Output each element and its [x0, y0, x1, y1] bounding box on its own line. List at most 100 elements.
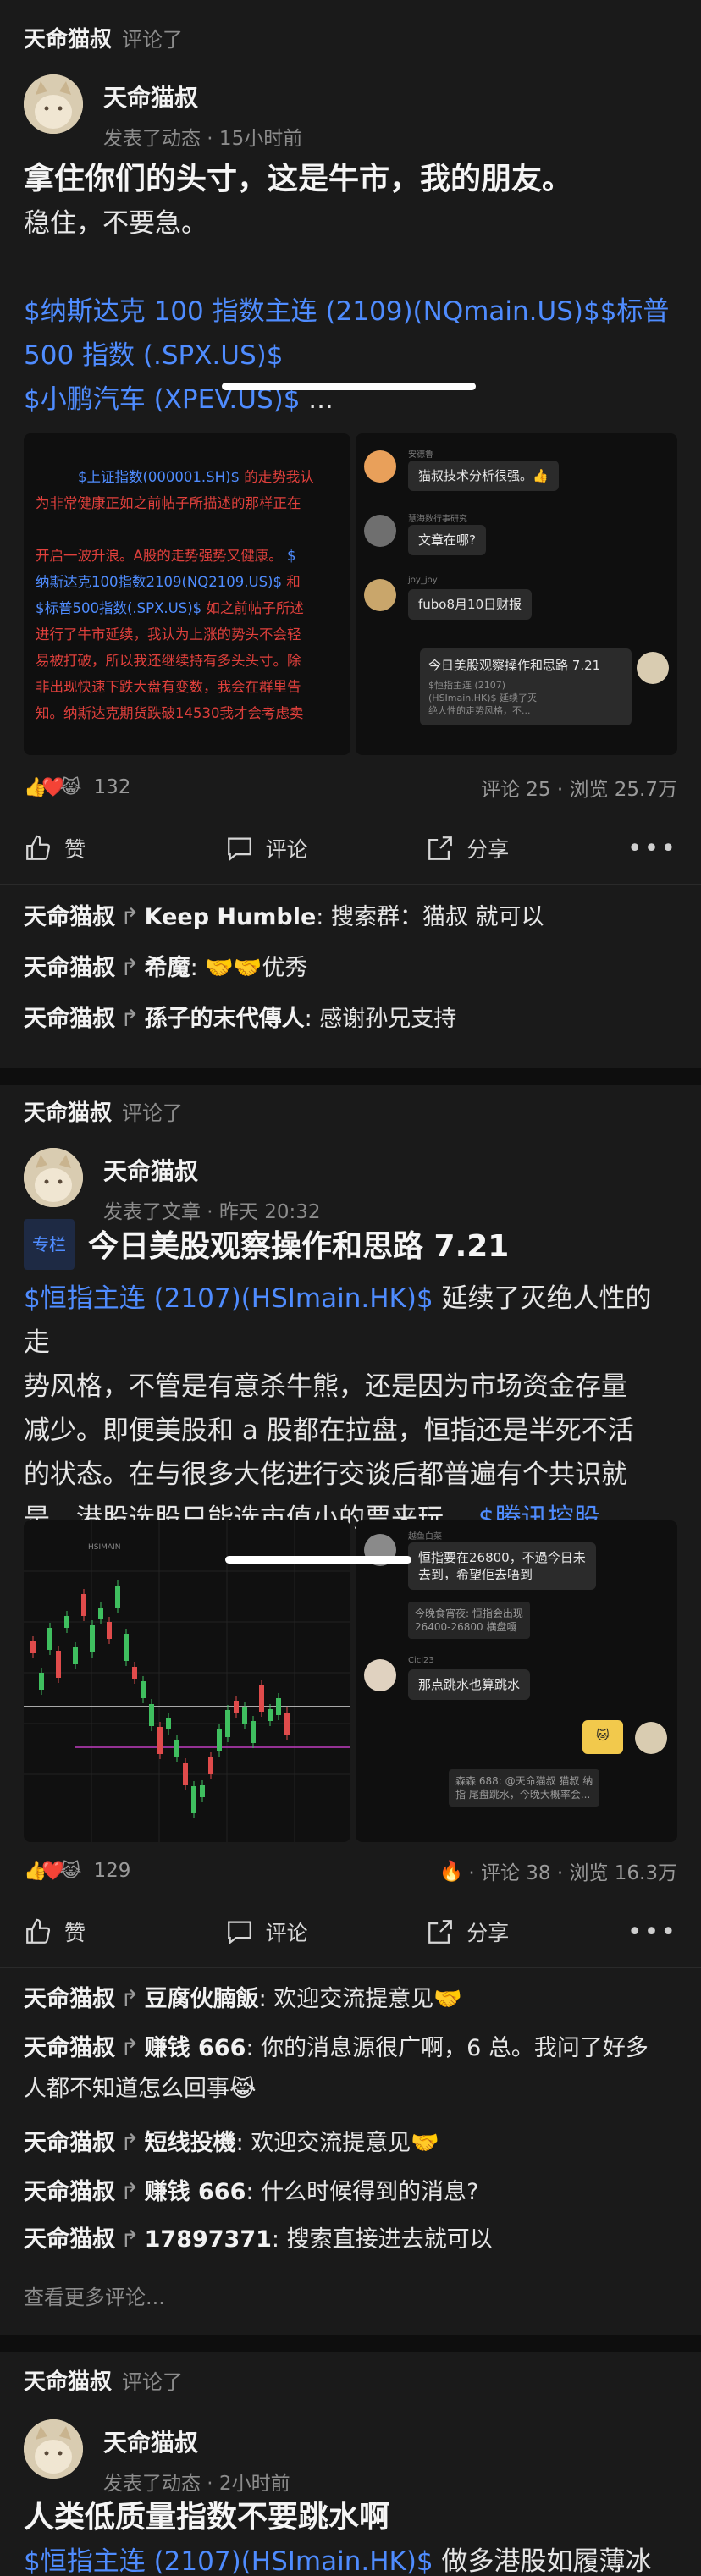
chat-quote: 森森 688: @天命猫叔 猫叔 纳 指 尾盘跳水，今晚大概率会...: [449, 1769, 600, 1807]
header-name[interactable]: 天命猫叔: [24, 22, 112, 53]
stats-row: 👍❤️😹 132 评论 25 · 浏览 25.7万: [24, 772, 677, 803]
comment-text-continued: 人都不知道怎么回事😹: [24, 2076, 257, 2102]
comment-item[interactable]: 天命猫叔 ↱ 希魔: 🤝🤝优秀: [24, 948, 677, 989]
divider: [0, 1967, 701, 1968]
post-title[interactable]: 拿住你们的头寸，这是牛市，我的朋友。: [0, 157, 701, 201]
text-image[interactable]: $上证指数(000001.SH)$ 的走势我认 为非常健康正如之前帖子所描述的那…: [24, 433, 350, 755]
comment-item[interactable]: 天命猫叔 ↱ 豆腐伙腩飯: 欢迎交流提意见🤝: [24, 1979, 677, 2020]
author-row: 天命猫叔 发表了动态 · 15小时前: [0, 74, 701, 156]
stock-link-spx[interactable]: 500 指数 (.SPX.US)$: [24, 334, 677, 378]
author-name[interactable]: 天命猫叔: [103, 2424, 290, 2458]
comment-reply-to[interactable]: 17897371: [145, 2226, 272, 2253]
comment-reply-to[interactable]: 赚钱 666: [145, 2179, 246, 2205]
comment-author[interactable]: 天命猫叔: [24, 1006, 115, 1032]
header-name[interactable]: 天命猫叔: [24, 1095, 112, 1127]
post-images[interactable]: $上证指数(000001.SH)$ 的走势我认 为非常健康正如之前帖子所描述的那…: [24, 433, 677, 755]
see-more-comments-link[interactable]: 查看更多评论...: [24, 2281, 165, 2310]
share-button[interactable]: 分享: [426, 1917, 627, 1947]
comment-button[interactable]: 评论: [225, 833, 427, 863]
comment-item[interactable]: 天命猫叔 ↱ 短线投機: 欢迎交流提意见🤝: [24, 2123, 677, 2164]
image-text: 如之前帖子所述: [201, 600, 304, 616]
candle-body: [234, 1701, 239, 1713]
more-icon[interactable]: •••: [627, 1917, 677, 1947]
view-stats: · 评论 38 · 浏览 16.3万: [468, 1862, 677, 1884]
comment-reply-to[interactable]: Keep Humble: [145, 904, 317, 930]
post-title[interactable]: 专栏 今日美股观察操作和思路 7.21: [0, 1219, 701, 1273]
comment-author[interactable]: 天命猫叔: [24, 2035, 115, 2061]
chat-message: 🐱: [582, 1720, 623, 1754]
comment-author[interactable]: 天命猫叔: [24, 2179, 115, 2205]
candle-body: [47, 1628, 52, 1650]
stock-link-hsi[interactable]: $恒指主连 (2107)(HSImain.HK)$: [24, 1283, 433, 1314]
stock-link-nasdaq-spx[interactable]: $纳斯达克 100 指数主连 (2109)(NQmain.US)$$标普: [24, 290, 677, 334]
post-body[interactable]: $恒指主连 (2107)(HSImain.HK)$ 延续了灭绝人性的走 势风格，…: [0, 1277, 701, 1541]
stock-link-hsi[interactable]: $恒指主连 (2107)(HSImain.HK)$: [24, 2546, 433, 2576]
reaction-icons: 👍❤️😹: [24, 1860, 81, 1882]
reply-arrow-icon: ↱: [120, 904, 140, 930]
comment-text: : 什么时候得到的消息?: [246, 2179, 479, 2205]
reply-arrow-icon: ↱: [120, 955, 140, 981]
thumb-up-icon: [26, 1918, 51, 1944]
candle-body: [200, 1785, 205, 1797]
comment-reply-to[interactable]: 孫子的末代傳人: [145, 1006, 305, 1032]
author-name[interactable]: 天命猫叔: [103, 1153, 321, 1187]
post-card-2[interactable]: 天命猫叔 评论了 天命猫叔 发表了文章 · 昨天 20:32 专栏 今日美股观察操…: [0, 1085, 701, 2335]
candle-body: [124, 1634, 129, 1661]
comment-item[interactable]: 天命猫叔 ↱ 孫子的末代傳人: 感谢孙兄支持: [24, 999, 677, 1040]
comment-item[interactable]: 天命猫叔 ↱ 17897371: 搜索直接进去就可以: [24, 2220, 677, 2260]
reactions[interactable]: 👍❤️😹 129: [24, 1860, 130, 1882]
comment-item[interactable]: 天命猫叔 ↱ 赚钱 666: 什么时候得到的消息?: [24, 2172, 677, 2213]
post-card-1[interactable]: 天命猫叔 评论了 天命猫叔 发表了动态 · 15小时前 拿住你们的头寸，这是牛市…: [0, 0, 701, 1068]
action-row: 赞 评论 分享 •••: [0, 813, 701, 884]
feed-gap: [0, 2335, 701, 2352]
image-link: $上证指数(000001.SH)$: [78, 469, 240, 485]
chart-image[interactable]: HSIMAIN: [24, 1520, 350, 1842]
candle-body: [157, 1727, 163, 1754]
post-images[interactable]: HSIMAIN 越鱼白菜 恒指要在26800，不過今日未 去到，希望佢去唔到 今…: [24, 1520, 677, 1842]
comment-text: : 感谢孙兄支持: [304, 1006, 457, 1032]
body-text: 做多港股如履薄冰: [433, 2546, 652, 2576]
avatar[interactable]: [24, 2419, 83, 2479]
comment-button[interactable]: 评论: [225, 1917, 427, 1947]
comment-reply-to[interactable]: 希魔: [145, 955, 190, 981]
comment-author[interactable]: 天命猫叔: [24, 955, 115, 981]
post-title[interactable]: 人类低质量指数不要跳水啊: [0, 2496, 701, 2540]
reply-arrow-icon: ↱: [120, 1986, 140, 2012]
comment-reply-to[interactable]: 赚钱 666: [145, 2035, 246, 2061]
chat-image[interactable]: 安德鲁 猫叔技术分析很强。👍 慧海数行事研究 文章在哪? joy_joy fub…: [356, 433, 677, 755]
body-line: 稳住，不要急。: [24, 208, 207, 239]
comment-reply-to[interactable]: 豆腐伙腩飯: [145, 1986, 259, 2012]
comment-author[interactable]: 天命猫叔: [24, 2226, 115, 2253]
like-label: 赞: [64, 837, 86, 862]
shared-article-snippet: $恒指主连 (2107) (HSImain.HK)$ 延续了灭 绝人性的走势风格…: [428, 680, 538, 716]
author-name[interactable]: 天命猫叔: [103, 80, 302, 113]
header-name[interactable]: 天命猫叔: [24, 2364, 112, 2396]
comment-text: : 欢迎交流提意见🤝: [235, 2130, 439, 2156]
comment-author[interactable]: 天命猫叔: [24, 2130, 115, 2156]
reactions[interactable]: 👍❤️😹 132: [24, 776, 130, 798]
chat-image[interactable]: 越鱼白菜 恒指要在26800，不過今日未 去到，希望佢去唔到 今晚食宵夜: 恒指…: [356, 1520, 677, 1842]
candle-body: [217, 1729, 222, 1751]
candlestick-chart: HSIMAIN: [24, 1520, 350, 1842]
comment-text: : 搜索群：猫叔 就可以: [316, 904, 544, 930]
more-icon[interactable]: •••: [627, 834, 677, 863]
chat-message: 猫叔技术分析很强。👍: [408, 461, 559, 491]
avatar[interactable]: [24, 1148, 83, 1207]
comment-author[interactable]: 天命猫叔: [24, 904, 115, 930]
image-text: 非出现快速下跌大盘有变数，我会在群里告: [36, 679, 301, 695]
post-card-3[interactable]: 天命猫叔 评论了 天命猫叔 发表了动态 · 2小时前 人类低质量指数不要跳水啊 …: [0, 2352, 701, 2576]
comment-item[interactable]: 天命猫叔 ↱ 赚钱 666: 你的消息源很广啊，6 总。我问了好多 人都不知道怎么回…: [24, 2028, 677, 2110]
avatar[interactable]: [24, 74, 83, 134]
comment-reply-to[interactable]: 短线投機: [145, 2130, 236, 2156]
like-button[interactable]: 赞: [24, 833, 225, 863]
candle-body: [73, 1647, 78, 1664]
comment-item[interactable]: 天命猫叔 ↱ Keep Humble: 搜索群：猫叔 就可以: [24, 897, 677, 938]
candle-body: [141, 1681, 146, 1698]
candle-body: [251, 1721, 256, 1743]
candle-body: [191, 1786, 196, 1813]
post-body[interactable]: $恒指主连 (2107)(HSImain.HK)$ 做多港股如履薄冰: [0, 2540, 701, 2576]
candle-body: [115, 1586, 120, 1608]
like-button[interactable]: 赞: [24, 1917, 225, 1947]
comment-author[interactable]: 天命猫叔: [24, 1986, 115, 2012]
share-button[interactable]: 分享: [426, 833, 627, 863]
